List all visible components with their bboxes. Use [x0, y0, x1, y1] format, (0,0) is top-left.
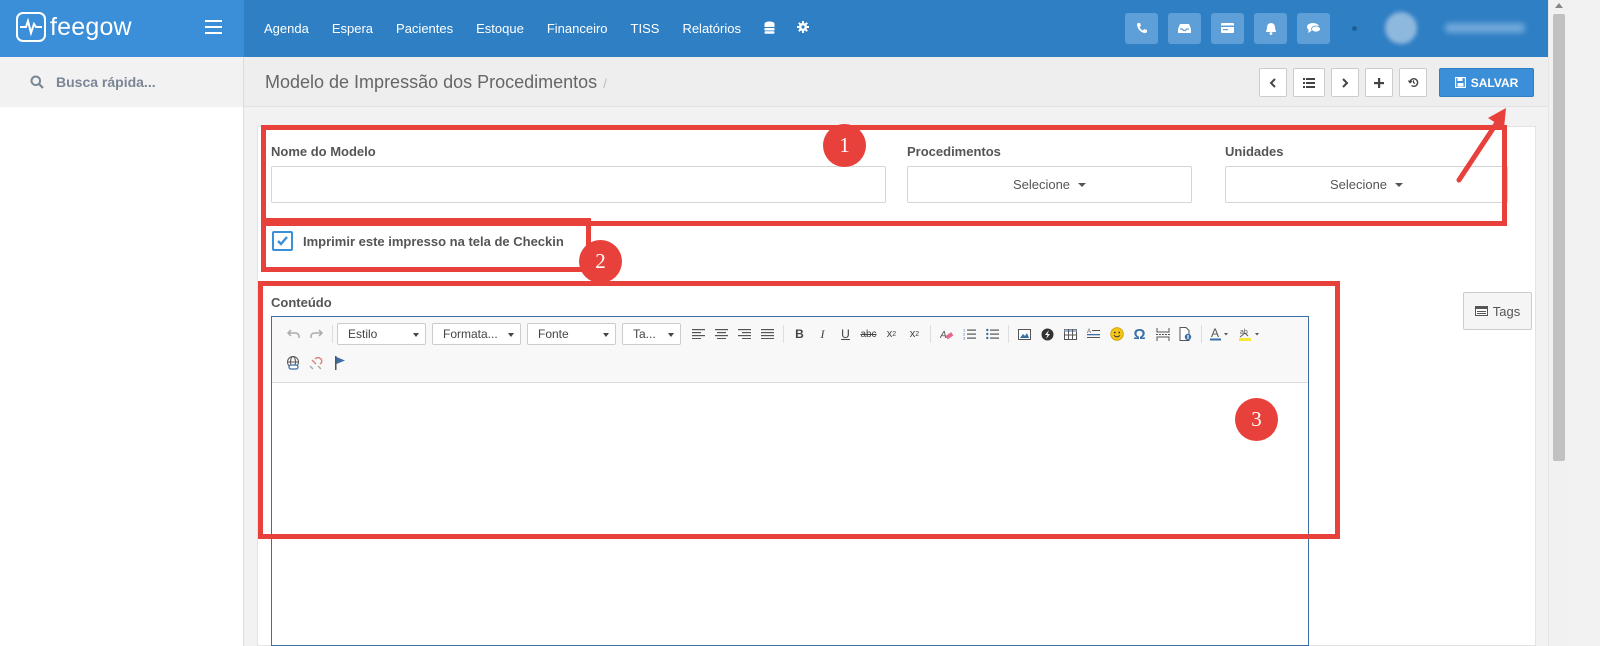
annotation-arrow-icon [1456, 108, 1506, 183]
page-title: Modelo de Impressão dos Procedimentos / [265, 72, 607, 93]
search-icon [30, 75, 44, 89]
prev-button[interactable] [1259, 68, 1287, 97]
floppy-icon [1454, 77, 1466, 88]
breadcrumb-separator: / [603, 76, 607, 91]
add-button[interactable] [1365, 68, 1393, 97]
database-icon[interactable] [764, 21, 775, 37]
chevron-left-icon [1269, 77, 1276, 88]
logo-mark-icon [16, 12, 46, 42]
menu-toggle-icon[interactable] [205, 20, 222, 34]
nav-financeiro[interactable]: Financeiro [547, 21, 608, 36]
nav-agenda[interactable]: Agenda [264, 21, 309, 36]
chat-icon[interactable] [1297, 12, 1330, 44]
search-placeholder: Busca rápida... [56, 74, 156, 90]
user-name-blurred[interactable] [1445, 23, 1525, 33]
bell-icon[interactable] [1254, 12, 1287, 44]
card-icon[interactable] [1211, 12, 1244, 44]
header-actions: SALVAR [1259, 68, 1534, 97]
main-nav: Agenda Espera Pacientes Estoque Financei… [264, 0, 831, 57]
tags-button[interactable]: Tags [1463, 292, 1532, 330]
sidebar: Busca rápida... [0, 57, 244, 646]
brand-area: feegow [0, 0, 244, 57]
quick-search[interactable]: Busca rápida... [0, 57, 243, 107]
nav-espera[interactable]: Espera [332, 21, 373, 36]
plus-icon [1374, 77, 1384, 88]
list-button[interactable] [1293, 68, 1325, 97]
nav-relatorios[interactable]: Relatórios [682, 21, 741, 36]
annotation-badge-1: 1 [823, 124, 866, 167]
tags-list-icon [1474, 306, 1488, 316]
top-actions [1125, 12, 1525, 44]
page-title-text: Modelo de Impressão dos Procedimentos [265, 72, 598, 92]
nav-estoque[interactable]: Estoque [476, 21, 524, 36]
annotation-badge-3: 3 [1235, 398, 1278, 441]
annotation-box-2 [261, 218, 591, 272]
scrollbar-thumb[interactable] [1553, 14, 1565, 461]
inbox-icon[interactable] [1168, 12, 1201, 44]
save-button[interactable]: SALVAR [1439, 68, 1534, 97]
chevron-right-icon [1342, 77, 1349, 88]
gear-icon[interactable] [796, 21, 809, 36]
page-header: Modelo de Impressão dos Procedimentos / S… [244, 57, 1548, 107]
history-icon [1407, 77, 1418, 87]
top-navbar: feegow Agenda Espera Pacientes Estoque F… [0, 0, 1568, 57]
nav-pacientes[interactable]: Pacientes [396, 21, 453, 36]
annotation-box-1 [261, 125, 1507, 226]
history-button[interactable] [1399, 68, 1427, 97]
phone-icon[interactable] [1125, 12, 1158, 44]
save-label: SALVAR [1470, 75, 1519, 90]
feegow-logo[interactable]: feegow [16, 12, 132, 42]
scroll-up-arrow-icon[interactable] [1555, 3, 1563, 8]
next-button[interactable] [1331, 68, 1359, 97]
status-dot [1352, 25, 1357, 31]
list-icon [1303, 77, 1315, 88]
page-scrollbar[interactable] [1548, 0, 1568, 646]
tags-label: Tags [1492, 303, 1521, 319]
annotation-box-3 [258, 281, 1340, 539]
nav-tiss[interactable]: TISS [631, 21, 660, 36]
annotation-badge-2: 2 [579, 240, 622, 283]
brand-name: feegow [50, 12, 132, 41]
avatar[interactable] [1385, 12, 1417, 44]
